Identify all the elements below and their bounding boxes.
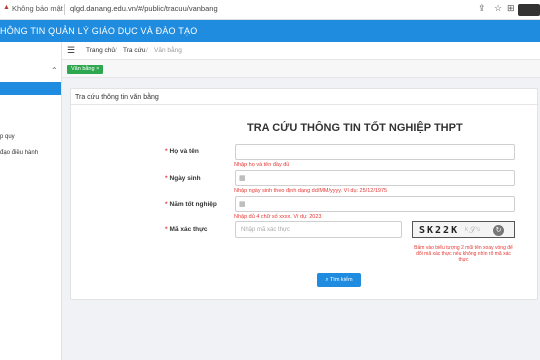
share-icon[interactable]: ⇪ [478, 3, 486, 14]
card-title: Tra cứu thông tin văn bằng [75, 94, 159, 101]
tab-strip: Văn bằng × [62, 60, 540, 78]
graduation-year-field[interactable]: ▦ [235, 196, 515, 212]
lookup-card: Tra cứu thông tin văn bằng TRA CỨU THÔNG… [70, 88, 539, 300]
card-header: Tra cứu thông tin văn bằng [71, 89, 539, 105]
app-title: HÔNG TIN QUẢN LÝ GIÁO DỤC VÀ ĐÀO TẠO [0, 26, 198, 36]
breadcrumb: ☰ Trang chủ / Tra cứu / Văn bằng [62, 42, 540, 60]
captcha-image: SK22K ᵏ𝒮ˢ ↻ [412, 221, 515, 238]
calendar-icon[interactable]: ▦ [239, 200, 246, 208]
dob-field[interactable]: ▦ [235, 170, 515, 186]
name-field[interactable] [235, 144, 515, 160]
dob-label: * Ngày sinh [165, 175, 201, 182]
refresh-icon[interactable]: ↻ [493, 225, 504, 236]
breadcrumb-separator: / [146, 47, 148, 54]
sidebar: ⌃ p quy đạo điều hành [0, 42, 62, 360]
captcha-noise: ᵏ𝒮ˢ [465, 225, 482, 235]
required-mark: * [165, 148, 168, 155]
chevron-up-icon[interactable]: ⌃ [51, 66, 58, 75]
sidebar-item-dieu-hanh[interactable]: đạo điều hành [0, 150, 38, 156]
browser-address-bar: ▲ Không bảo mật qlgd.danang.edu.vn/#/pub… [0, 0, 540, 20]
sidebar-item-active[interactable] [0, 82, 61, 95]
menu-toggle-icon[interactable]: ☰ [67, 45, 75, 56]
divider [64, 4, 65, 15]
calendar-icon[interactable]: ▦ [239, 174, 246, 182]
sidebar-item-quy[interactable]: p quy [0, 134, 15, 140]
year-error: Nhập đủ 4 chữ số xxxx. Ví dụ: 2023 [234, 214, 322, 220]
captcha-label-text: Mã xác thực [169, 226, 208, 233]
dob-error: Nhập ngày sinh theo định dạng dd/MM/yyyy… [234, 188, 388, 194]
captcha-hint: Bấm vào biểu tượng 2 mũi tên xoay vòng đ… [414, 245, 513, 263]
bookmark-star-icon[interactable]: ☆ [494, 3, 502, 14]
url-field[interactable]: qlgd.danang.edu.vn/#/public/tracuu/vanba… [70, 4, 218, 13]
year-label-text: Năm tốt nghiệp [169, 201, 217, 208]
search-button-label: Tìm kiếm [329, 277, 353, 283]
security-label[interactable]: Không bảo mật [12, 4, 63, 13]
required-mark: * [165, 226, 168, 233]
required-mark: * [165, 175, 168, 182]
breadcrumb-current: Văn bằng [154, 47, 182, 54]
captcha-label: * Mã xác thực [165, 226, 207, 233]
name-label: * Họ và tên [165, 148, 199, 155]
breadcrumb-separator: / [115, 47, 117, 54]
name-error: Nhập họ và tên đầy đủ [234, 162, 290, 168]
tab-van-bang[interactable]: Văn bằng × [67, 65, 104, 74]
name-label-text: Họ và tên [169, 148, 199, 155]
form-title: TRA CỨU THÔNG TIN TỐT NGHIỆP THPT [247, 122, 463, 134]
profile-avatar[interactable] [518, 4, 540, 16]
required-mark: * [165, 201, 168, 208]
captcha-code: SK22K [419, 225, 460, 236]
extensions-icon[interactable]: ⊞ [507, 3, 515, 14]
year-label: * Năm tốt nghiệp [165, 201, 217, 208]
dob-label-text: Ngày sinh [169, 175, 201, 182]
search-button[interactable]: ⌕ Tìm kiếm [317, 273, 361, 287]
warning-icon: ▲ [3, 4, 10, 11]
app-header: HÔNG TIN QUẢN LÝ GIÁO DỤC VÀ ĐÀO TẠO [0, 20, 540, 42]
breadcrumb-lookup[interactable]: Tra cứu [123, 47, 146, 54]
breadcrumb-home[interactable]: Trang chủ [86, 47, 115, 54]
captcha-placeholder: Nhập mã xác thực [241, 227, 291, 233]
captcha-input[interactable]: Nhập mã xác thực [235, 221, 402, 238]
